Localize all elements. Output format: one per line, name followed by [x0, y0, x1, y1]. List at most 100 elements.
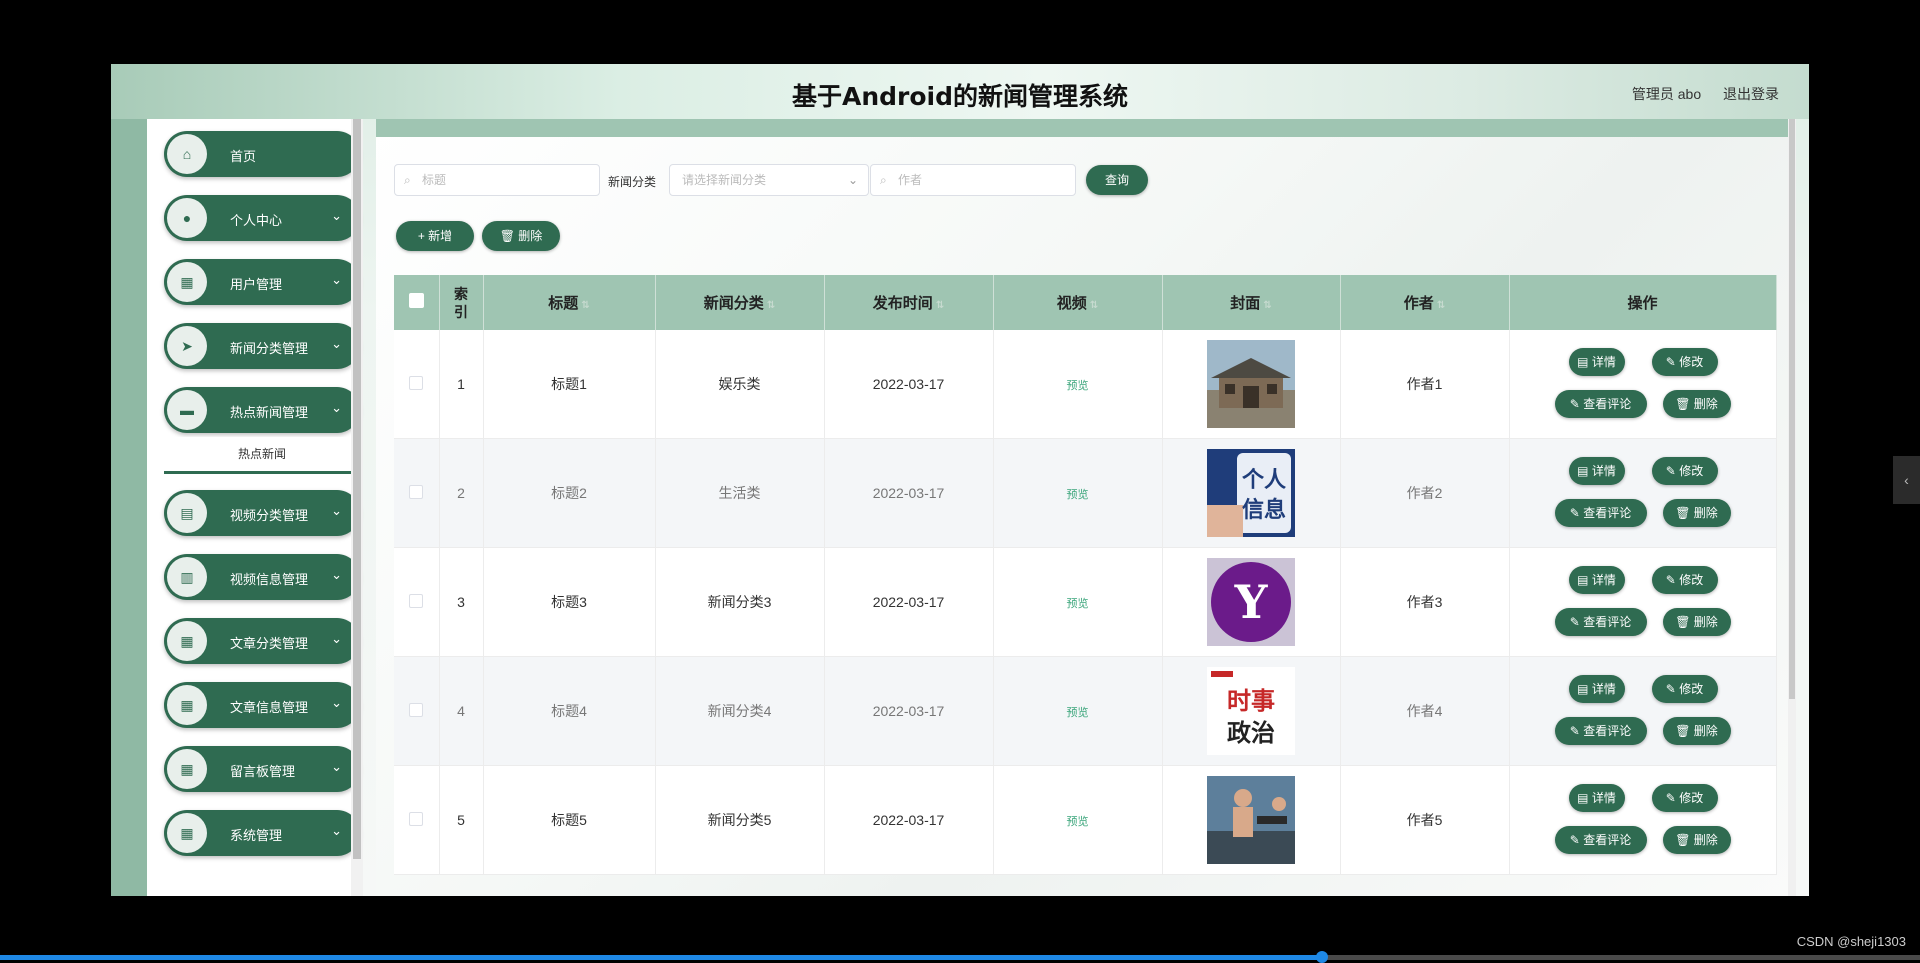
edit-button[interactable]: ✎ 修改 — [1651, 784, 1718, 812]
col-cover[interactable]: 封面 ⇅ — [1162, 275, 1341, 330]
edit-label: 修改 — [1679, 355, 1704, 369]
sidebar-scrollbar[interactable] — [351, 119, 363, 896]
sidebar-item-users[interactable]: ▦ 用户管理 ⌄ — [164, 259, 360, 305]
row-checkbox[interactable] — [409, 375, 424, 390]
detail-button[interactable]: ▤ 详情 — [1568, 566, 1625, 594]
row-select-cell[interactable] — [394, 547, 440, 657]
chevron-down-icon: ⌄ — [331, 400, 342, 415]
sort-icon[interactable]: ⇅ — [581, 300, 589, 311]
sidebar-item-label: 留言板管理 — [230, 764, 296, 779]
collapse-panel-button[interactable]: ‹ — [1893, 456, 1920, 504]
sidebar-item-profile[interactable]: ● 个人中心 ⌄ — [164, 195, 360, 241]
view-comments-button[interactable]: ✎ 查看评论 — [1554, 499, 1647, 527]
pencil-icon: ✎ — [1665, 791, 1680, 805]
edit-button[interactable]: ✎ 修改 — [1651, 457, 1718, 485]
edit-button[interactable]: ✎ 修改 — [1651, 566, 1718, 594]
col-category[interactable]: 新闻分类 ⇅ — [655, 275, 825, 330]
delete-row-button[interactable]: 🗑 删除 — [1662, 826, 1731, 854]
comments-label: 查看评论 — [1583, 615, 1632, 629]
delete-row-button[interactable]: 🗑 删除 — [1662, 717, 1731, 745]
search-icon: ⌕ — [880, 173, 887, 187]
col-video[interactable]: 视频 ⇅ — [993, 275, 1163, 330]
sidebar-subitem-hot-news[interactable]: 热点新闻 — [164, 437, 360, 474]
add-button[interactable]: + 新增 — [396, 221, 474, 251]
delete-selected-button[interactable]: 🗑 删除 — [482, 221, 560, 251]
row-select-cell[interactable] — [394, 330, 440, 439]
top-bar: 基于Android的新闻管理系统 管理员 abo 退出登录 — [111, 64, 1809, 119]
video-preview-link[interactable]: 预览 — [1067, 380, 1089, 392]
sidebar-item-system[interactable]: ▦ 系统管理 ⌄ — [164, 810, 360, 856]
chevron-down-icon: ⌄ — [331, 695, 342, 710]
video-preview-link[interactable]: 预览 — [1067, 489, 1089, 501]
row-checkbox[interactable] — [409, 702, 424, 717]
sort-icon[interactable]: ⇅ — [1090, 300, 1098, 311]
view-comments-button[interactable]: ✎ 查看评论 — [1554, 608, 1647, 636]
main-scrollbar[interactable] — [1788, 119, 1796, 896]
edit-button[interactable]: ✎ 修改 — [1651, 675, 1718, 703]
row-checkbox[interactable] — [409, 811, 424, 826]
detail-button[interactable]: ▤ 详情 — [1568, 457, 1625, 485]
category-select[interactable]: 请选择新闻分类 ⌄ — [669, 164, 869, 196]
sidebar-item-article-category[interactable]: ▦ 文章分类管理 ⌄ — [164, 618, 360, 664]
video-preview-link[interactable]: 预览 — [1067, 707, 1089, 719]
sidebar-item-label: 文章信息管理 — [230, 700, 309, 715]
select-all-cell[interactable] — [394, 275, 440, 330]
view-comments-button[interactable]: ✎ 查看评论 — [1554, 717, 1647, 745]
row-checkbox[interactable] — [409, 593, 424, 608]
sort-icon[interactable]: ⇅ — [1437, 300, 1445, 311]
row-video-cell: 预览 — [993, 765, 1163, 875]
detail-button[interactable]: ▤ 详情 — [1568, 784, 1625, 812]
sidebar-item-video-info[interactable]: ▥ 视频信息管理 ⌄ — [164, 554, 360, 600]
sidebar-item-hot-news[interactable]: ▬ 热点新闻管理 ⌄ — [164, 387, 360, 433]
row-title: 标题3 — [483, 547, 656, 657]
edit-button[interactable]: ✎ 修改 — [1651, 348, 1718, 376]
author-search-input[interactable]: ⌕ 作者 — [870, 164, 1076, 196]
sidebar-item-message-board[interactable]: ▦ 留言板管理 ⌄ — [164, 746, 360, 792]
col-index: 索引 — [439, 275, 484, 330]
row-cover-cell: 个人 信息 — [1162, 438, 1341, 548]
view-comments-button[interactable]: ✎ 查看评论 — [1554, 390, 1647, 418]
pencil-icon: ✎ — [1569, 724, 1584, 738]
main-scroll-thumb[interactable] — [1789, 119, 1795, 699]
video-progress-bar[interactable] — [0, 951, 1920, 963]
detail-label: 详情 — [1591, 573, 1616, 587]
delete-row-button[interactable]: 🗑 删除 — [1662, 390, 1731, 418]
sidebar-item-label: 用户管理 — [230, 277, 283, 292]
sidebar-item-article-info[interactable]: ▦ 文章信息管理 ⌄ — [164, 682, 360, 728]
view-comments-button[interactable]: ✎ 查看评论 — [1554, 826, 1647, 854]
sort-icon[interactable]: ⇅ — [1263, 300, 1271, 311]
col-date[interactable]: 发布时间 ⇅ — [824, 275, 994, 330]
title-search-input[interactable]: ⌕ 标题 — [394, 164, 600, 196]
row-select-cell[interactable] — [394, 438, 440, 548]
logout-link[interactable]: 退出登录 — [1723, 86, 1779, 102]
sidebar-item-home[interactable]: ⌂ 首页 — [164, 131, 360, 177]
delete-row-button[interactable]: 🗑 删除 — [1662, 499, 1731, 527]
col-category-label: 新闻分类 — [703, 295, 764, 312]
select-all-checkbox[interactable] — [408, 293, 424, 308]
detail-button[interactable]: ▤ 详情 — [1568, 348, 1625, 376]
sidebar-item-news-category[interactable]: ➤ 新闻分类管理 ⌄ — [164, 323, 360, 369]
sidebar-item-label: 热点新闻管理 — [230, 405, 309, 420]
video-preview-link[interactable]: 预览 — [1067, 598, 1089, 610]
cover-image — [1207, 776, 1295, 864]
current-user[interactable]: 管理员 abo — [1632, 86, 1701, 102]
detail-button[interactable]: ▤ 详情 — [1568, 675, 1625, 703]
row-cover-cell: 时事 政治 — [1162, 656, 1341, 766]
progress-handle[interactable] — [1316, 951, 1328, 963]
row-select-cell[interactable] — [394, 656, 440, 766]
col-title[interactable]: 标题 ⇅ — [483, 275, 656, 330]
row-select-cell[interactable] — [394, 765, 440, 875]
sort-icon[interactable]: ⇅ — [767, 300, 775, 311]
delete-label: 删除 — [1693, 397, 1718, 411]
query-button[interactable]: 查询 — [1086, 165, 1148, 195]
col-author[interactable]: 作者 ⇅ — [1340, 275, 1510, 330]
delete-row-button[interactable]: 🗑 删除 — [1662, 608, 1731, 636]
row-checkbox[interactable] — [409, 484, 424, 499]
sidebar-scroll-thumb[interactable] — [353, 119, 361, 859]
trash-icon: 🗑 — [499, 229, 515, 243]
grid-icon: ▦ — [167, 749, 207, 789]
sidebar-item-video-category[interactable]: ▤ 视频分类管理 ⌄ — [164, 490, 360, 536]
cover-text: 信息 — [1242, 497, 1286, 523]
sort-icon[interactable]: ⇅ — [936, 300, 944, 311]
video-preview-link[interactable]: 预览 — [1067, 816, 1089, 828]
